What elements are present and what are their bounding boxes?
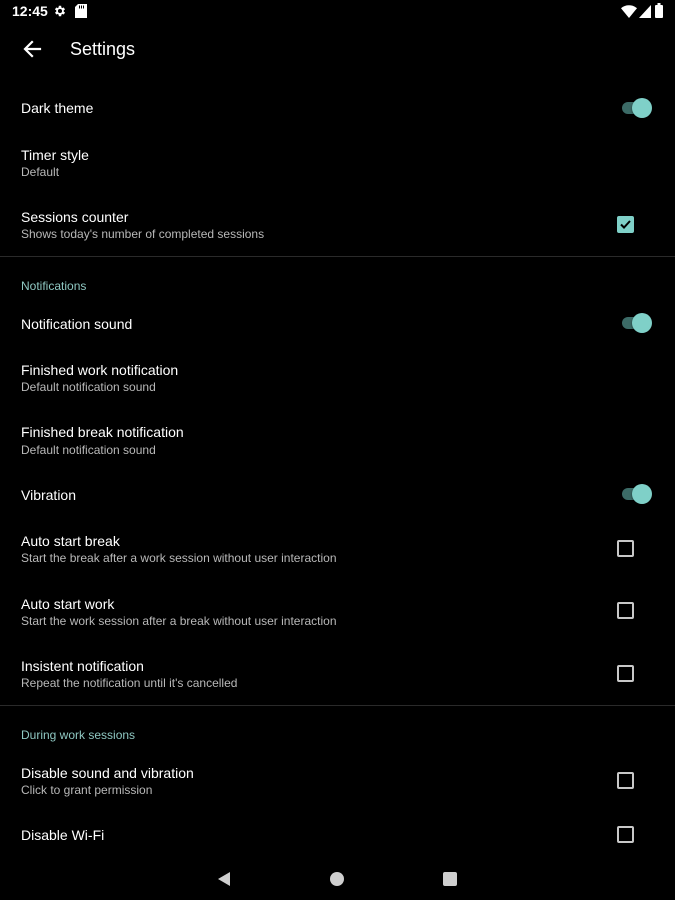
- switch-thumb: [632, 313, 652, 333]
- switch-thumb: [632, 98, 652, 118]
- pref-finished-work-notification[interactable]: [0, 352, 675, 404]
- status-time: 12:45: [12, 3, 48, 19]
- pref-title: Vibration: [21, 487, 77, 503]
- pref-timer-style[interactable]: [0, 136, 675, 188]
- insistent-notification-checkbox[interactable]: [617, 665, 634, 682]
- pref-title: Dark theme: [21, 100, 94, 116]
- pref-title: Auto start break: [21, 533, 120, 549]
- section-header-notifications: Notifications: [21, 279, 87, 293]
- pref-title: Auto start work: [21, 596, 115, 612]
- section-header-during-work: During work sessions: [21, 728, 136, 742]
- pref-title: Finished work notification: [21, 362, 179, 378]
- pref-title: Insistent notification: [21, 658, 144, 674]
- page-title: Settings: [70, 39, 136, 59]
- pref-summary: Start the break after a work session wit…: [21, 551, 337, 565]
- switch-thumb: [632, 484, 652, 504]
- back-arrow-button[interactable]: [22, 38, 42, 60]
- signal-icon: [639, 5, 651, 23]
- arrow-left-icon: [23, 40, 42, 58]
- pref-vibration[interactable]: [0, 476, 675, 516]
- wifi-icon: [621, 5, 637, 23]
- vibration-switch[interactable]: [620, 484, 652, 504]
- pref-summary: Default: [21, 165, 60, 179]
- auto-start-break-checkbox[interactable]: [617, 540, 634, 557]
- dark-theme-switch[interactable]: [620, 98, 652, 118]
- nav-home-icon[interactable]: [330, 872, 344, 886]
- auto-start-work-checkbox[interactable]: [617, 602, 634, 619]
- sessions-counter-checkbox[interactable]: [617, 216, 634, 233]
- pref-summary: Shows today's number of completed sessio…: [21, 227, 265, 241]
- divider: [0, 705, 675, 706]
- battery-icon: [655, 3, 663, 23]
- disable-sound-checkbox[interactable]: [617, 772, 634, 789]
- pref-summary: Click to grant permission: [21, 783, 153, 797]
- checkmark-icon: [620, 220, 631, 229]
- pref-summary: Default notification sound: [21, 443, 156, 457]
- sd-card-icon: [75, 4, 87, 23]
- pref-title: Sessions counter: [21, 209, 129, 225]
- pref-title: Disable Wi-Fi: [21, 827, 105, 843]
- pref-summary: Start the work session after a break wit…: [21, 614, 337, 628]
- nav-recents-icon[interactable]: [443, 872, 457, 886]
- gear-icon: [53, 4, 67, 23]
- nav-back-icon[interactable]: [216, 871, 232, 892]
- status-bar: 12:45: [0, 0, 675, 24]
- pref-finished-break-notification[interactable]: [0, 414, 675, 466]
- disable-wifi-checkbox[interactable]: [617, 826, 634, 843]
- notification-sound-switch[interactable]: [620, 313, 652, 333]
- pref-title: Notification sound: [21, 316, 133, 332]
- pref-title: Timer style: [21, 147, 89, 163]
- pref-summary: Repeat the notification until it's cance…: [21, 676, 238, 690]
- pref-summary: Default notification sound: [21, 380, 156, 394]
- divider: [0, 256, 675, 257]
- pref-title: Finished break notification: [21, 424, 184, 440]
- pref-dark-theme[interactable]: [0, 88, 675, 128]
- pref-title: Disable sound and vibration: [21, 765, 194, 781]
